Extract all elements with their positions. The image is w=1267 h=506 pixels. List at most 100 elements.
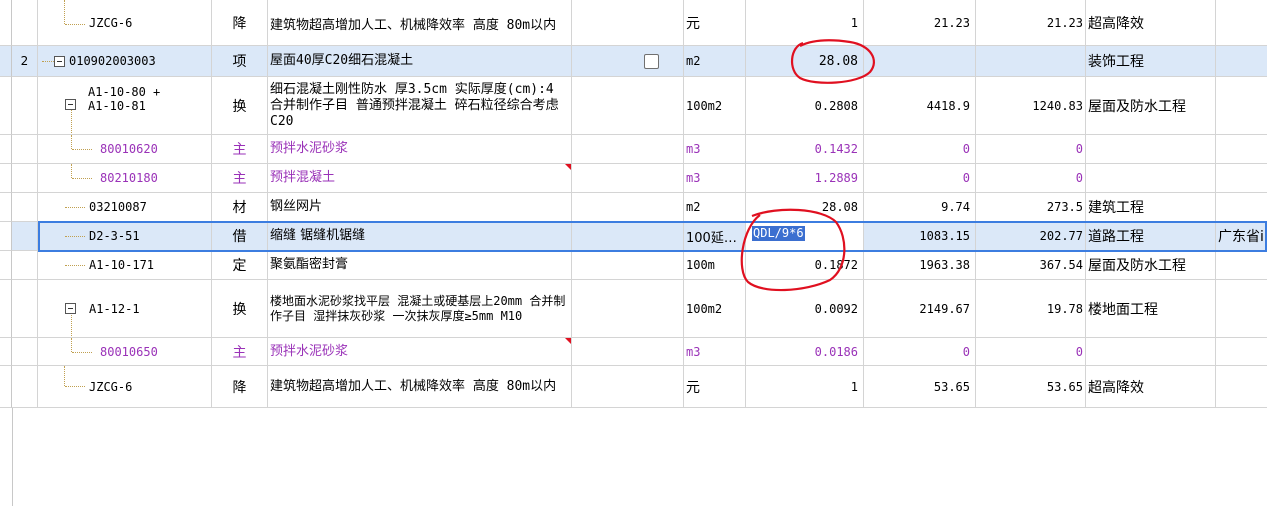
table-row[interactable]: 80010650 主 预拌水泥砂浆 m3 0.0186 0 0 <box>0 338 1267 366</box>
type-cell[interactable]: 定 <box>212 251 268 280</box>
extra-cell[interactable] <box>1216 280 1267 338</box>
type-cell[interactable]: 主 <box>212 135 268 164</box>
quantity-cell[interactable]: 0.1872 <box>746 251 864 280</box>
row-header[interactable] <box>0 338 12 366</box>
table-row[interactable]: 80010620 主 预拌水泥砂浆 m3 0.1432 0 0 <box>0 135 1267 164</box>
name-cell[interactable]: 建筑物超高增加人工、机械降效率 高度 80m以内 <box>268 366 572 408</box>
row-header[interactable] <box>0 0 12 46</box>
code-cell[interactable]: A1-12-1 <box>38 280 212 338</box>
checkbox-cell[interactable] <box>572 135 684 164</box>
row-header[interactable] <box>0 46 12 77</box>
specialty-cell[interactable]: 屋面及防水工程 <box>1086 251 1216 280</box>
extra-cell[interactable] <box>1216 46 1267 77</box>
row-header[interactable] <box>0 164 12 193</box>
table-row[interactable]: 2 010902003003 项 屋面40厚C20细石混凝土 m2 28.08 … <box>0 46 1267 77</box>
total-price-cell[interactable]: 273.5 <box>976 193 1086 222</box>
table-row[interactable]: JZCG-6 降 建筑物超高增加人工、机械降效率 高度 80m以内 元 1 21… <box>0 0 1267 46</box>
name-cell[interactable]: 细石混凝土刚性防水 厚3.5cm 实际厚度(cm):4 合并制作子目 普通预拌混… <box>268 77 572 135</box>
table-row[interactable]: A1-10-80 + A1-10-81 换 细石混凝土刚性防水 厚3.5cm 实… <box>0 77 1267 135</box>
code-cell[interactable]: 80210180 <box>38 164 212 193</box>
unit-price-cell[interactable]: 9.74 <box>864 193 976 222</box>
quantity-cell[interactable]: 0.0186 <box>746 338 864 366</box>
quantity-cell[interactable]: QDL/9*6 <box>746 222 864 251</box>
row-checkbox[interactable] <box>643 53 659 69</box>
row-header[interactable] <box>0 77 12 135</box>
collapse-icon[interactable] <box>65 303 76 314</box>
unit-price-cell[interactable]: 4418.9 <box>864 77 976 135</box>
total-price-cell[interactable]: 1240.83 <box>976 77 1086 135</box>
specialty-cell[interactable]: 超高降效 <box>1086 366 1216 408</box>
code-cell[interactable]: 03210087 <box>38 193 212 222</box>
table-row[interactable]: A1-12-1 换 楼地面水泥砂浆找平层 混凝土或硬基层上20mm 合并制作子目… <box>0 280 1267 338</box>
unit-cell[interactable]: 元 <box>684 366 746 408</box>
type-cell[interactable]: 借 <box>212 222 268 251</box>
specialty-cell[interactable] <box>1086 135 1216 164</box>
checkbox-cell[interactable] <box>572 193 684 222</box>
name-cell[interactable]: 聚氨酯密封膏 <box>268 251 572 280</box>
quantity-cell[interactable]: 1 <box>746 366 864 408</box>
row-header[interactable] <box>0 135 12 164</box>
unit-cell[interactable]: m2 <box>684 193 746 222</box>
specialty-cell[interactable]: 道路工程 <box>1086 222 1216 251</box>
code-cell[interactable]: D2-3-51 <box>38 222 212 251</box>
checkbox-cell[interactable] <box>572 222 684 251</box>
checkbox-cell[interactable] <box>572 280 684 338</box>
type-cell[interactable]: 降 <box>212 366 268 408</box>
name-cell[interactable]: 楼地面水泥砂浆找平层 混凝土或硬基层上20mm 合并制作子目 湿拌抹灰砂浆 一次… <box>268 280 572 338</box>
unit-cell[interactable]: m2 <box>684 46 746 77</box>
type-cell[interactable]: 项 <box>212 46 268 77</box>
unit-cell[interactable]: 100m <box>684 251 746 280</box>
specialty-cell[interactable]: 屋面及防水工程 <box>1086 77 1216 135</box>
type-cell[interactable]: 主 <box>212 164 268 193</box>
unit-price-cell[interactable]: 0 <box>864 135 976 164</box>
quantity-cell[interactable]: 1.2889 <box>746 164 864 193</box>
unit-price-cell[interactable]: 2149.67 <box>864 280 976 338</box>
extra-cell[interactable] <box>1216 251 1267 280</box>
total-price-cell[interactable]: 53.65 <box>976 366 1086 408</box>
table-row[interactable]: 80210180 主 预拌混凝土 m3 1.2889 0 0 <box>0 164 1267 193</box>
unit-cell[interactable]: m3 <box>684 338 746 366</box>
table-row-selected[interactable]: D2-3-51 借 缩缝 锯缝机锯缝 100延… QDL/9*6 1083.15… <box>0 222 1267 251</box>
unit-cell[interactable]: 100m2 <box>684 77 746 135</box>
extra-cell[interactable] <box>1216 338 1267 366</box>
total-price-cell[interactable]: 0 <box>976 338 1086 366</box>
unit-price-cell[interactable]: 0 <box>864 338 976 366</box>
quantity-edit-input[interactable]: QDL/9*6 <box>752 226 805 241</box>
unit-price-cell[interactable] <box>864 46 976 77</box>
type-cell[interactable]: 主 <box>212 338 268 366</box>
checkbox-cell[interactable] <box>572 46 684 77</box>
collapse-icon[interactable] <box>54 55 65 67</box>
type-cell[interactable]: 材 <box>212 193 268 222</box>
extra-cell[interactable] <box>1216 135 1267 164</box>
total-price-cell[interactable]: 0 <box>976 164 1086 193</box>
extra-cell[interactable]: 广东省i <box>1216 222 1267 251</box>
quantity-cell[interactable]: 28.08 <box>746 46 864 77</box>
unit-price-cell[interactable]: 1083.15 <box>864 222 976 251</box>
quantity-cell[interactable]: 0.0092 <box>746 280 864 338</box>
specialty-cell[interactable]: 超高降效 <box>1086 0 1216 46</box>
code-cell[interactable]: JZCG-6 <box>38 0 212 46</box>
checkbox-cell[interactable] <box>572 251 684 280</box>
code-cell[interactable]: JZCG-6 <box>38 366 212 408</box>
name-cell[interactable]: 建筑物超高增加人工、机械降效率 高度 80m以内 <box>268 0 572 46</box>
checkbox-cell[interactable] <box>572 366 684 408</box>
name-cell[interactable]: 屋面40厚C20细石混凝土 <box>268 46 572 77</box>
name-cell[interactable]: 预拌混凝土 <box>268 164 572 193</box>
code-cell[interactable]: 80010650 <box>38 338 212 366</box>
type-cell[interactable]: 降 <box>212 0 268 46</box>
checkbox-cell[interactable] <box>572 338 684 366</box>
row-header[interactable] <box>0 222 12 251</box>
unit-price-cell[interactable]: 0 <box>864 164 976 193</box>
code-cell[interactable]: 80010620 <box>38 135 212 164</box>
code-cell[interactable]: 010902003003 <box>38 46 212 77</box>
quantity-cell[interactable]: 0.2808 <box>746 77 864 135</box>
total-price-cell[interactable]: 0 <box>976 135 1086 164</box>
type-cell[interactable]: 换 <box>212 280 268 338</box>
total-price-cell[interactable]: 19.78 <box>976 280 1086 338</box>
extra-cell[interactable] <box>1216 193 1267 222</box>
unit-cell[interactable]: 元 <box>684 0 746 46</box>
code-cell[interactable]: A1-10-80 + A1-10-81 <box>38 77 212 135</box>
total-price-cell[interactable]: 367.54 <box>976 251 1086 280</box>
total-price-cell[interactable] <box>976 46 1086 77</box>
row-header[interactable] <box>0 366 12 408</box>
